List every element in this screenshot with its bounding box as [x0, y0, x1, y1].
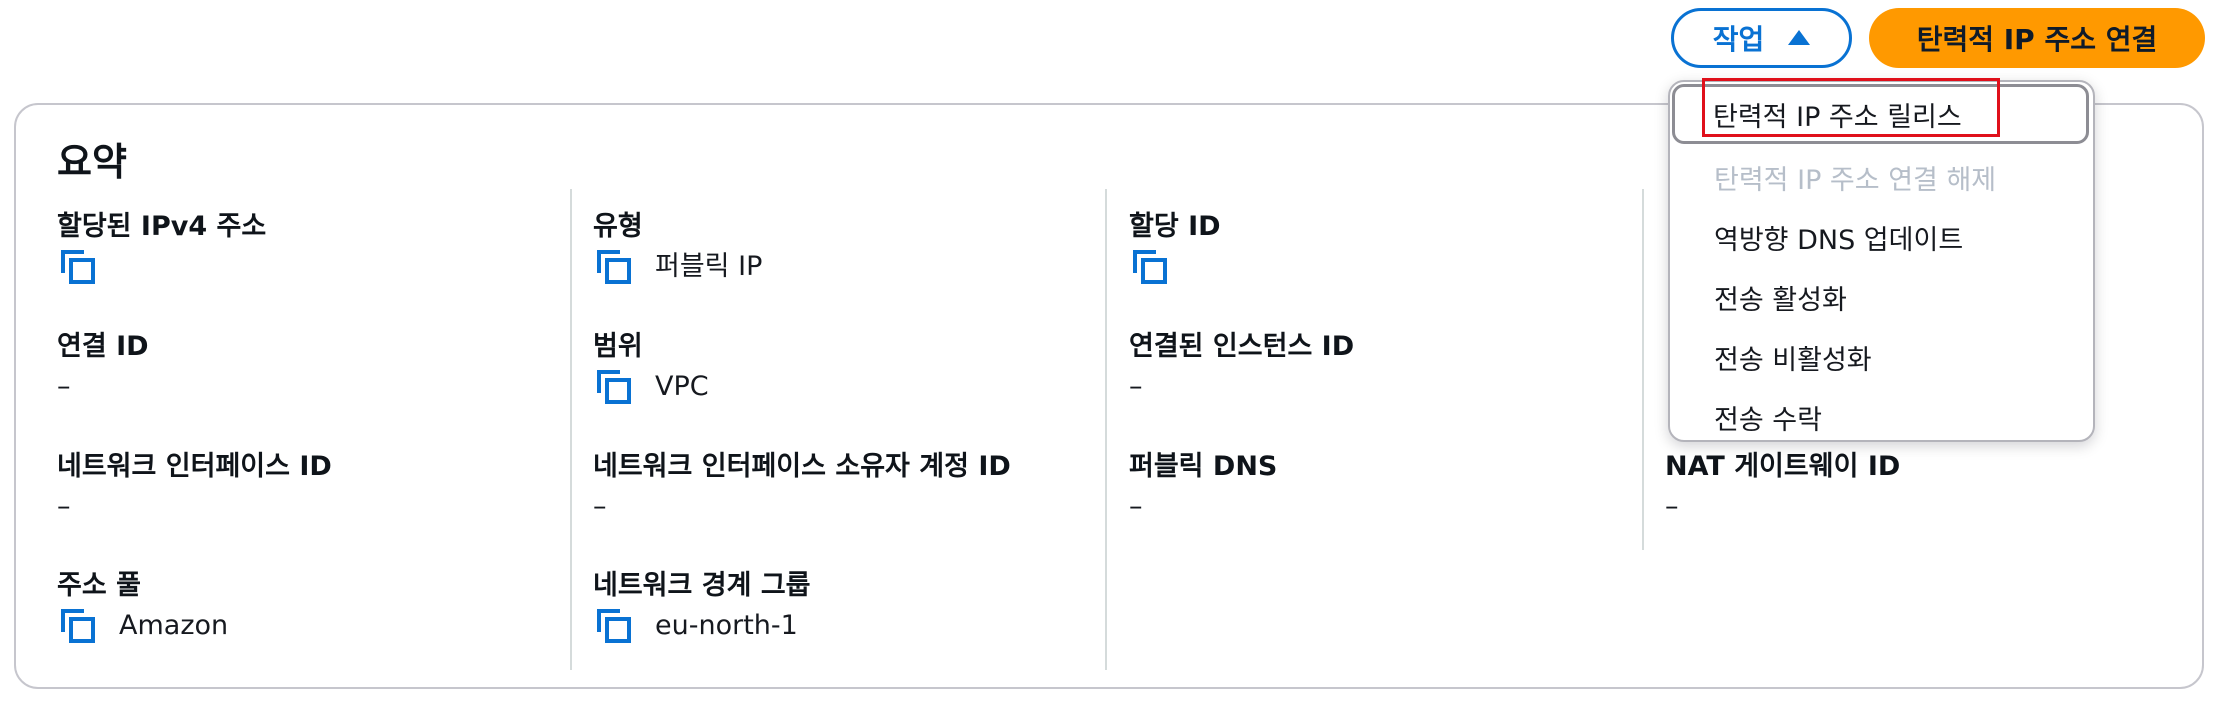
field-network-interface-owner: 네트워크 인터페이스 소유자 계정 ID – [593, 450, 1011, 524]
copy-icon[interactable] [597, 250, 631, 284]
field-type: 유형 퍼블릭 IP [593, 210, 762, 284]
field-value: Amazon [57, 609, 228, 643]
field-value: – [57, 371, 71, 402]
copy-icon[interactable] [61, 250, 95, 284]
field-association-id: 연결 ID – [57, 330, 149, 404]
field-network-interface-id: 네트워크 인터페이스 ID – [57, 450, 332, 524]
field-value-text: Amazon [119, 610, 229, 641]
field-label: 범위 [593, 331, 643, 362]
associate-elastic-ip-label: 탄력적 IP 주소 연결 [1916, 23, 2158, 56]
field-value [1129, 250, 1221, 284]
field-associated-instance-id: 연결된 인스턴스 ID – [1129, 330, 1354, 404]
field-value: – [1129, 491, 1143, 522]
associate-elastic-ip-button[interactable]: 탄력적 IP 주소 연결 [1869, 8, 2205, 68]
field-value: VPC [593, 370, 709, 404]
copy-icon[interactable] [1133, 250, 1167, 284]
field-label: 연결 ID [57, 331, 149, 362]
field-label: 연결된 인스턴스 ID [1129, 331, 1355, 362]
column-divider [1642, 189, 1644, 550]
field-value-text: 퍼블릭 IP [655, 251, 763, 282]
menu-item-accept-transfer[interactable]: 전송 수락 [1670, 387, 2093, 440]
field-label: 유형 [593, 211, 643, 242]
summary-title: 요약 [57, 140, 127, 184]
menu-item-update-reverse-dns[interactable]: 역방향 DNS 업데이트 [1670, 207, 2093, 267]
field-scope: 범위 VPC [593, 330, 709, 404]
actions-button[interactable]: 작업 [1671, 8, 1852, 68]
field-label: 퍼블릭 DNS [1129, 451, 1278, 482]
field-value [57, 250, 266, 284]
field-label: 할당 ID [1129, 211, 1221, 242]
caret-up-icon [1788, 29, 1811, 45]
field-value: eu-north-1 [593, 609, 811, 643]
column-divider [1105, 189, 1107, 670]
field-allocated-ipv4: 할당된 IPv4 주소 [57, 210, 266, 284]
field-value: – [1665, 491, 1679, 522]
copy-icon[interactable] [597, 370, 631, 404]
field-value: – [593, 491, 607, 522]
field-value: 퍼블릭 IP [593, 250, 762, 284]
copy-icon[interactable] [597, 609, 631, 643]
menu-item-disassociate-elastic-ip: 탄력적 IP 주소 연결 해제 [1714, 164, 1997, 196]
menu-item-disable-transfer[interactable]: 전송 비활성화 [1670, 327, 2093, 387]
field-label: NAT 게이트웨이 ID [1665, 451, 1901, 482]
menu-item-release-elastic-ip[interactable]: 탄력적 IP 주소 릴리스 [1672, 84, 2089, 144]
field-public-dns: 퍼블릭 DNS – [1129, 450, 1277, 524]
field-label: 주소 풀 [57, 570, 141, 601]
elastic-ip-summary-page: 작업 탄력적 IP 주소 연결 요약 할당된 IPv4 주소 연결 ID – 네… [0, 0, 2215, 702]
field-value-text: eu-north-1 [655, 610, 798, 641]
field-label: 네트워크 인터페이스 ID [57, 451, 332, 482]
field-value-text: VPC [655, 371, 709, 402]
menu-item-enable-transfer[interactable]: 전송 활성화 [1670, 267, 2093, 327]
copy-icon[interactable] [61, 609, 95, 643]
actions-button-label: 작업 [1712, 23, 1765, 56]
field-label: 할당된 IPv4 주소 [57, 211, 267, 242]
field-value: – [57, 491, 71, 522]
field-nat-gateway-id: NAT 게이트웨이 ID – [1665, 450, 1900, 524]
field-value: – [1129, 371, 1143, 402]
field-label: 네트워크 인터페이스 소유자 계정 ID [593, 451, 1011, 482]
actions-dropdown-menu: 탄력적 IP 주소 릴리스 탄력적 IP 주소 연결 해제 역방향 DNS 업데… [1668, 80, 2095, 442]
column-divider [570, 189, 572, 670]
field-label: 네트워크 경계 그룹 [593, 570, 811, 601]
field-address-pool: 주소 풀 Amazon [57, 569, 228, 643]
field-allocation-id: 할당 ID [1129, 210, 1221, 284]
field-network-border-group: 네트워크 경계 그룹 eu-north-1 [593, 569, 811, 643]
